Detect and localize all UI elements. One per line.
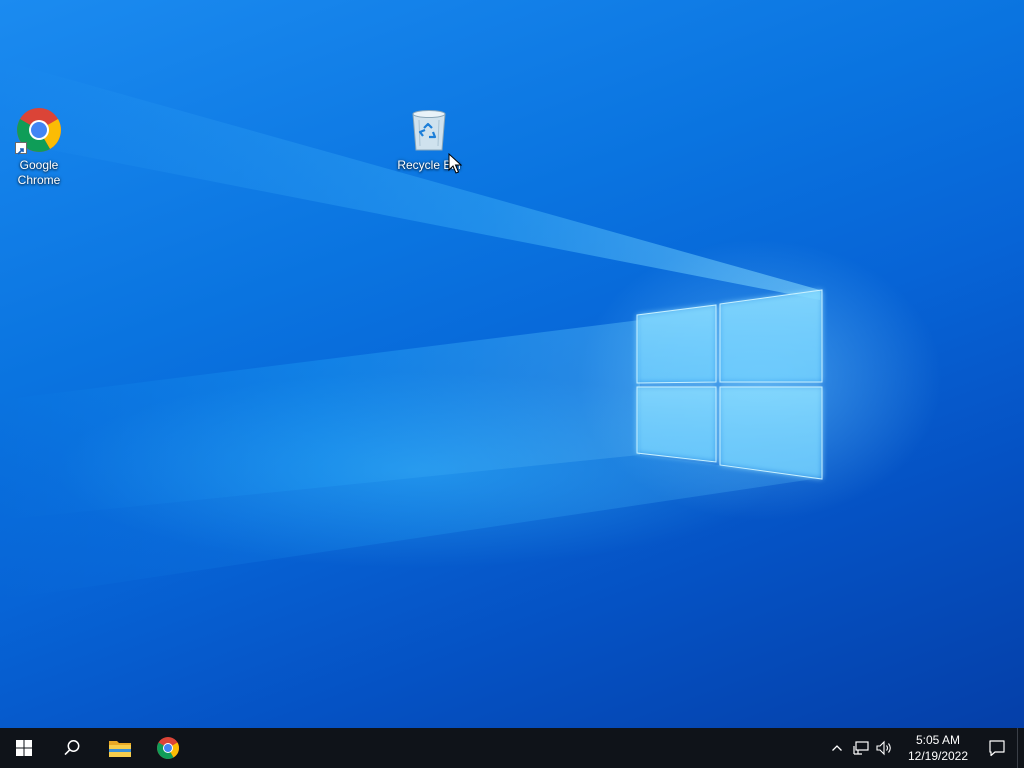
action-center-icon bbox=[989, 740, 1005, 757]
shortcut-arrow-icon bbox=[15, 142, 27, 155]
clock-time: 5:05 AM bbox=[915, 733, 961, 747]
desktop-icon-chrome[interactable]: Google Chrome bbox=[1, 106, 77, 188]
wallpaper bbox=[0, 60, 823, 600]
network-icon bbox=[853, 741, 869, 755]
taskbar-chrome[interactable] bbox=[144, 728, 192, 768]
taskbar: 5:05 AM 12/19/2022 bbox=[0, 728, 1024, 768]
folder-icon bbox=[109, 741, 131, 757]
search-button[interactable] bbox=[48, 728, 96, 768]
chrome-icon bbox=[157, 737, 179, 759]
taskbar-file-explorer[interactable] bbox=[96, 728, 144, 768]
start-button[interactable] bbox=[0, 728, 48, 768]
chevron-up-icon bbox=[832, 745, 842, 751]
desktop[interactable]: Google Chrome Recycle Bin bbox=[0, 0, 1024, 728]
network-button[interactable] bbox=[849, 728, 873, 768]
chrome-icon bbox=[15, 106, 63, 155]
mouse-cursor-icon bbox=[448, 153, 462, 174]
speaker-icon bbox=[876, 740, 891, 756]
desktop-icon-label: Google Chrome bbox=[17, 158, 61, 187]
recycle-bin-icon bbox=[405, 106, 453, 154]
action-center-button[interactable] bbox=[977, 728, 1017, 768]
volume-button[interactable] bbox=[873, 728, 897, 768]
taskbar-clock[interactable]: 5:05 AM 12/19/2022 bbox=[903, 728, 973, 768]
show-hidden-icons-button[interactable] bbox=[825, 728, 849, 768]
windows-logo-icon bbox=[16, 740, 32, 756]
show-desktop-button[interactable] bbox=[1017, 728, 1024, 768]
clock-date: 12/19/2022 bbox=[907, 749, 969, 763]
search-icon bbox=[64, 740, 80, 756]
system-tray: 5:05 AM 12/19/2022 bbox=[825, 728, 1024, 768]
